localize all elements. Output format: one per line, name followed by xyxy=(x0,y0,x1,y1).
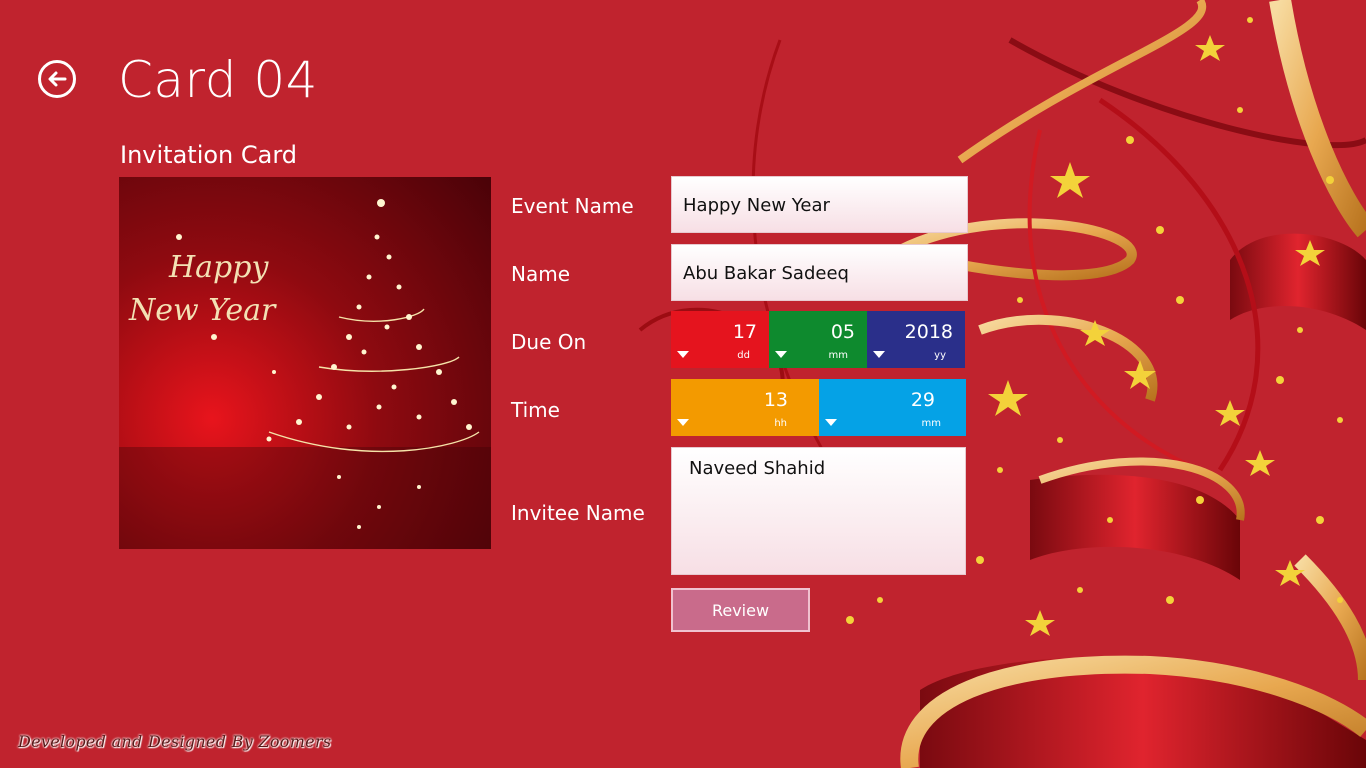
minute-value: 29 xyxy=(910,389,935,411)
chevron-down-icon xyxy=(873,351,885,358)
day-unit: dd xyxy=(737,350,750,361)
month-picker[interactable]: 05 mm xyxy=(769,311,867,368)
year-picker[interactable]: 2018 yy xyxy=(867,311,965,368)
review-button[interactable]: Review xyxy=(671,588,810,632)
invitee-name-field[interactable]: Naveed Shahid xyxy=(671,447,966,575)
year-unit: yy xyxy=(934,350,946,361)
hour-unit: hh xyxy=(774,418,787,429)
time-label: Time xyxy=(511,398,560,422)
day-value: 17 xyxy=(732,321,757,343)
hour-picker[interactable]: 13 hh xyxy=(671,379,819,436)
name-label: Name xyxy=(511,262,571,286)
event-name-label: Event Name xyxy=(511,194,634,218)
name-field[interactable]: Abu Bakar Sadeeq xyxy=(671,244,968,301)
due-on-label: Due On xyxy=(511,330,587,354)
developer-credit: Developed and Designed By Zoomers xyxy=(18,732,332,751)
chevron-down-icon xyxy=(677,419,689,426)
event-name-field[interactable]: Happy New Year xyxy=(671,176,968,233)
page-title: Card 04 xyxy=(118,51,318,109)
day-picker[interactable]: 17 dd xyxy=(671,311,769,368)
minute-picker[interactable]: 29 mm xyxy=(819,379,966,436)
month-value: 05 xyxy=(830,321,855,343)
preview-happy-text: Happy xyxy=(168,250,269,285)
year-value: 2018 xyxy=(904,321,953,343)
invitee-name-label: Invitee Name xyxy=(511,501,645,525)
card-preview-image: Happy New Year xyxy=(119,177,491,549)
preview-newyear-text: New Year xyxy=(128,293,277,328)
chevron-down-icon xyxy=(825,419,837,426)
minute-unit: mm xyxy=(921,418,941,429)
month-unit: mm xyxy=(828,350,848,361)
back-button[interactable] xyxy=(38,60,76,98)
chevron-down-icon xyxy=(677,351,689,358)
chevron-down-icon xyxy=(775,351,787,358)
hour-value: 13 xyxy=(763,389,788,411)
card-subtitle: Invitation Card xyxy=(120,141,298,169)
christmas-tree-illustration: Happy New Year xyxy=(119,199,491,549)
back-arrow-icon xyxy=(48,71,67,87)
